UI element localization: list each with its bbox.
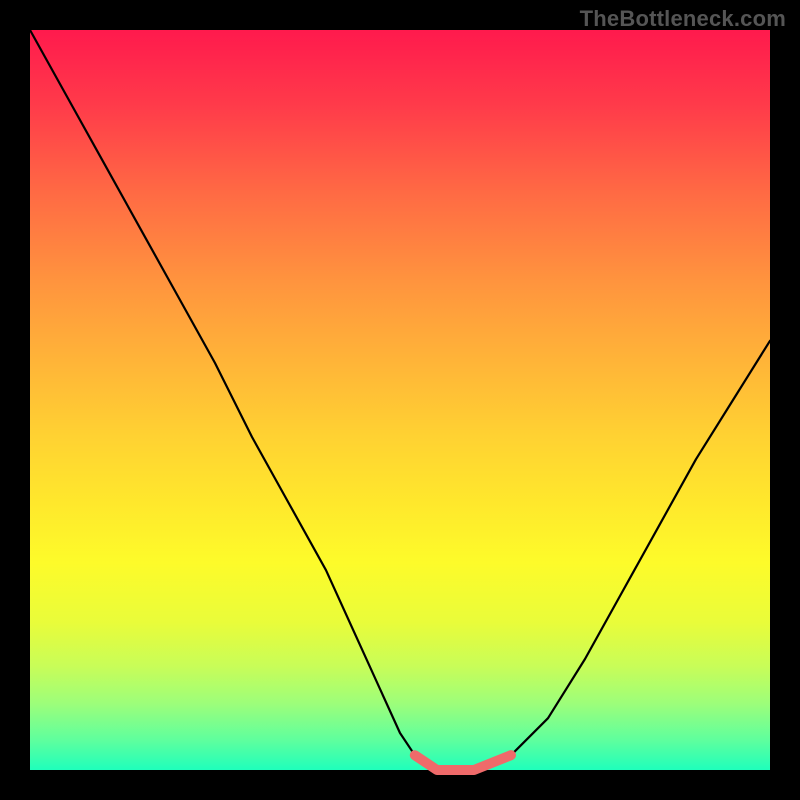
- bottom-accent: [415, 755, 511, 770]
- main-curve: [30, 30, 770, 770]
- plot-area: [30, 30, 770, 770]
- chart-svg: [30, 30, 770, 770]
- curve-group: [30, 30, 770, 770]
- stage: TheBottleneck.com: [0, 0, 800, 800]
- watermark-text: TheBottleneck.com: [580, 6, 786, 32]
